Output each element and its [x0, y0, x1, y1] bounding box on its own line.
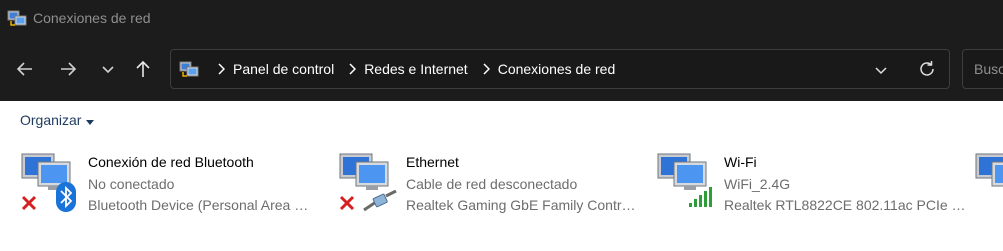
address-bar[interactable]: Panel de control Redes e Internet Conexi… [170, 49, 950, 89]
navigation-toolbar: Panel de control Redes e Internet Conexi… [0, 38, 1003, 101]
breadcrumb-separator-chevron-icon[interactable] [482, 63, 490, 75]
network-connections-app-icon [7, 8, 27, 33]
connection-item-bluetooth[interactable]: Conexión de red Bluetooth No conectado B… [20, 152, 320, 218]
network-cable-icon [362, 189, 398, 219]
connection-device: Realtek Gaming GbE Family Contr… [406, 197, 636, 213]
organize-label: Organizar [20, 112, 82, 128]
organize-menu-button[interactable]: Organizar [20, 112, 95, 128]
connection-name: Ethernet [406, 154, 459, 170]
connection-device: Realtek RTL8822CE 802.11ac PCIe … [724, 197, 966, 213]
search-input[interactable]: Busca [974, 61, 1003, 77]
network-adapter-icon-partial[interactable] [974, 152, 1003, 216]
red-x-icon [339, 195, 355, 216]
breadcrumb-panel-de-control[interactable]: Panel de control [233, 61, 334, 77]
recent-locations-chevron-down-icon[interactable] [97, 58, 119, 80]
title-bar: Conexiones de red [0, 0, 1003, 38]
connection-name: Wi-Fi [724, 154, 757, 170]
refresh-icon[interactable] [917, 59, 937, 84]
search-box[interactable]: Busca [962, 49, 1003, 89]
up-arrow-icon[interactable] [132, 58, 154, 80]
breadcrumb-conexiones-de-red[interactable]: Conexiones de red [498, 61, 616, 77]
connection-status: No conectado [88, 176, 175, 192]
connection-item-wifi[interactable]: Wi-Fi WiFi_2.4G Realtek RTL8822CE 802.11… [656, 152, 966, 218]
red-x-icon [21, 195, 37, 216]
breadcrumb-separator-chevron-icon[interactable] [348, 63, 357, 75]
caret-down-icon [86, 112, 95, 128]
connection-name: Conexión de red Bluetooth [88, 154, 254, 170]
network-connections-location-icon [179, 59, 199, 84]
breadcrumb: Panel de control Redes e Internet Conexi… [209, 50, 615, 88]
connection-status: Cable de red desconectado [406, 176, 578, 192]
address-history-chevron-down-icon[interactable] [873, 62, 889, 83]
connection-item-ethernet[interactable]: Ethernet Cable de red desconectado Realt… [338, 152, 638, 218]
command-bar: Organizar [0, 101, 1003, 141]
wifi-signal-bars-icon [688, 186, 714, 213]
breadcrumb-separator-chevron-icon[interactable] [217, 63, 225, 75]
bluetooth-icon [56, 182, 76, 217]
connection-device: Bluetooth Device (Personal Area … [88, 197, 309, 213]
forward-arrow-icon[interactable] [57, 58, 79, 80]
window-title: Conexiones de red [33, 10, 151, 26]
back-arrow-icon[interactable] [14, 58, 36, 80]
connection-status: WiFi_2.4G [724, 176, 791, 192]
breadcrumb-redes-e-internet[interactable]: Redes e Internet [364, 61, 468, 77]
